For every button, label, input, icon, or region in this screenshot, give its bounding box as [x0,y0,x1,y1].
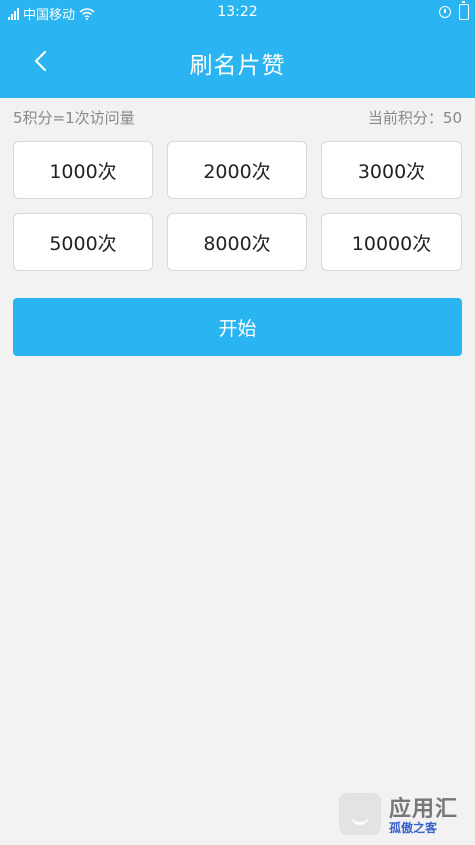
info-row: 5积分=1次访问量 当前积分：50 [13,107,462,129]
status-time: 13:22 [217,4,258,20]
app-logo-icon [339,793,381,835]
option-button-5000[interactable]: 5000次 [13,213,153,271]
option-button-2000[interactable]: 2000次 [167,141,307,199]
option-button-3000[interactable]: 3000次 [321,141,462,199]
alarm-icon [439,6,451,18]
page-title: 刷名片赞 [189,53,286,79]
option-grid: 1000次 2000次 3000次 5000次 8000次 10000次 [13,141,462,271]
points-label: 当前积分： [367,109,443,127]
option-button-1000[interactable]: 1000次 [13,141,153,199]
nav-bar: 刷名片赞 [0,24,475,98]
status-bar: 中国移动 13:22 [0,0,475,24]
option-button-8000[interactable]: 8000次 [167,213,307,271]
watermark-subtitle: 孤傲之客 [389,821,438,835]
status-right [439,1,469,20]
battery-icon [459,1,469,20]
points-display: 当前积分：50 [368,107,462,128]
points-value: 50 [442,109,462,127]
watermark: 应用汇 孤傲之客 [339,791,469,841]
rate-text: 5积分=1次访问量 [13,109,135,127]
option-button-10000[interactable]: 10000次 [321,213,462,271]
start-button[interactable]: 开始 [13,298,462,356]
